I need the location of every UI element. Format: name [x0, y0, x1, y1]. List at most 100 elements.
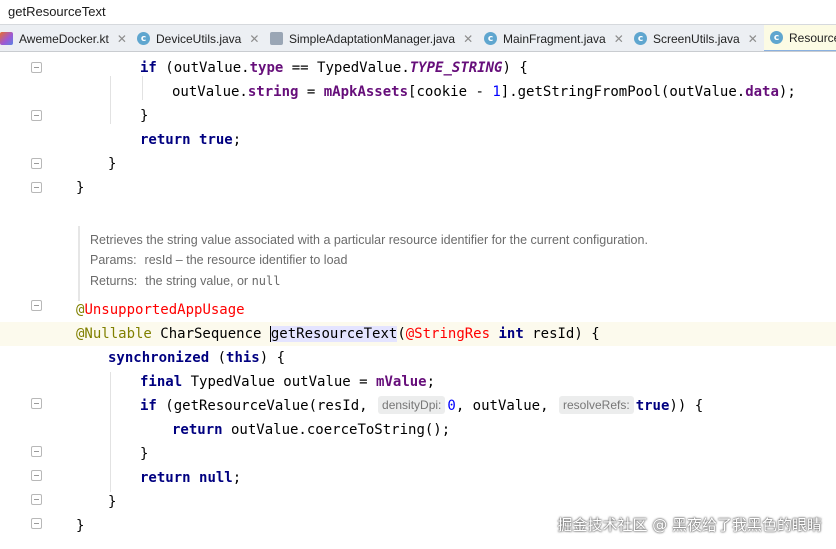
annotation: @StringRes — [405, 326, 491, 342]
close-icon[interactable]: ✕ — [249, 32, 259, 46]
keyword: null — [199, 470, 233, 486]
keyword: true — [635, 398, 670, 414]
code-text: CharSequence — [151, 326, 270, 342]
code-text: ; — [426, 374, 436, 390]
code-line: } — [140, 108, 149, 124]
code-line: } — [76, 180, 85, 196]
code-line: return outValue.coerceToString(); — [172, 418, 450, 442]
keyword: int — [498, 326, 524, 342]
code-text: )) { — [669, 398, 704, 414]
annotation: @Nullable — [76, 326, 152, 342]
doc-params-label: Params: — [90, 253, 137, 267]
tab-device-utils[interactable]: c DeviceUtils.java ✕ — [131, 25, 259, 51]
code-line: synchronized (this) { — [108, 346, 285, 370]
tab-resources[interactable]: c Resource — [764, 25, 836, 51]
code-text: (getResourceValue(resId, — [156, 398, 377, 414]
keyword: return — [140, 132, 191, 148]
tab-screen-utils[interactable]: c ScreenUtils.java ✕ — [628, 25, 758, 51]
doc-returns-code: null — [251, 274, 281, 288]
doc-summary: Retrieves the string value associated wi… — [90, 233, 648, 247]
fold-marker-icon[interactable] — [31, 446, 42, 457]
parameter-hint: densityDpi: — [378, 396, 446, 414]
keyword: return — [172, 422, 223, 438]
code-line: outValue.string = mApkAssets[cookie - 1]… — [172, 80, 796, 104]
number-literal: 0 — [447, 398, 456, 414]
doc-params-text: resId – the resource identifier to load — [144, 253, 348, 267]
window-title: getResourceText — [8, 4, 106, 19]
keyword: this — [226, 350, 260, 366]
code-text: = — [298, 84, 324, 100]
fold-marker-icon[interactable] — [31, 398, 42, 409]
rendered-javadoc[interactable]: Retrieves the string value associated wi… — [78, 226, 836, 301]
tab-label: ScreenUtils.java — [653, 31, 740, 46]
editor-tab-bar: AwemeDocker.kt ✕ c DeviceUtils.java ✕ Si… — [0, 24, 836, 52]
close-icon[interactable]: ✕ — [748, 32, 758, 46]
method-name[interactable]: getResourceText — [269, 326, 398, 342]
code-line: } — [76, 518, 85, 534]
parameter-hint: resolveRefs: — [558, 396, 634, 414]
keyword: if — [140, 398, 157, 414]
code-line: final TypedValue outValue = mValue; — [140, 370, 435, 394]
fold-marker-icon[interactable] — [31, 182, 42, 193]
fold-marker-icon[interactable] — [31, 470, 42, 481]
doc-returns-text: the string value, or — [145, 274, 252, 288]
keyword: true — [199, 132, 233, 148]
number-literal: 1 — [492, 84, 501, 100]
code-line: if (outValue.type == TypedValue.TYPE_STR… — [140, 56, 528, 80]
code-text: ) { — [502, 60, 528, 76]
code-line: if (getResourceValue(resId, densityDpi: 0… — [140, 394, 703, 418]
code-text: TypedValue outValue = — [182, 374, 377, 390]
tab-label: AwemeDocker.kt — [19, 31, 109, 46]
code-line: @UnsupportedAppUsage — [76, 298, 245, 322]
code-line: } — [140, 446, 149, 462]
close-icon[interactable]: ✕ — [614, 32, 624, 46]
tab-label: MainFragment.java — [503, 31, 606, 46]
doc-params: Params: resId – the resource identifier t… — [90, 253, 347, 267]
field-reference: string — [247, 84, 299, 100]
code-editor[interactable]: if (outValue.type == TypedValue.TYPE_STR… — [0, 52, 836, 549]
code-line: return null; — [140, 466, 241, 490]
code-line: return true; — [140, 128, 241, 152]
fold-marker-icon[interactable] — [31, 494, 42, 505]
fold-marker-icon[interactable] — [31, 62, 42, 73]
fold-marker-icon[interactable] — [31, 110, 42, 121]
code-text: ) { — [259, 350, 286, 366]
fold-marker-icon[interactable] — [31, 518, 42, 529]
tab-main-fragment[interactable]: c MainFragment.java ✕ — [478, 25, 624, 51]
keyword: if — [140, 60, 157, 76]
tab-label: Resource — [789, 30, 836, 45]
kotlin-file-icon — [0, 32, 13, 45]
java-class-icon: c — [770, 31, 783, 44]
doc-returns-label: Returns: — [90, 274, 138, 288]
java-class-icon: c — [484, 32, 497, 45]
keyword: synchronized — [108, 350, 210, 366]
current-code-line: @Nullable CharSequence getResourceText(@… — [0, 322, 836, 346]
field-reference: mValue — [376, 374, 427, 390]
constant-reference: TYPE_STRING — [409, 60, 503, 76]
code-text: , outValue, — [455, 398, 557, 414]
tab-aweme-docker[interactable]: AwemeDocker.kt ✕ — [0, 25, 127, 51]
close-icon[interactable]: ✕ — [463, 32, 473, 46]
fold-marker-icon[interactable] — [31, 300, 42, 311]
code-text: outValue. — [172, 84, 248, 100]
code-text: ( — [397, 326, 406, 342]
code-text: ( — [209, 350, 227, 366]
keyword: final — [140, 374, 183, 390]
annotation-name: UnsupportedAppUsage — [84, 302, 245, 318]
java-class-icon: c — [634, 32, 647, 45]
window-title-bar: getResourceText — [0, 0, 836, 24]
fold-marker-icon[interactable] — [31, 158, 42, 169]
field-reference: type — [249, 60, 284, 76]
code-text: ; — [232, 470, 242, 486]
doc-returns: Returns: the string value, or null — [90, 274, 280, 288]
close-icon[interactable]: ✕ — [117, 32, 127, 46]
java-library-class-icon — [270, 32, 283, 45]
tab-simple-adaptation-manager[interactable]: SimpleAdaptationManager.java ✕ — [264, 25, 473, 51]
indent-guide — [110, 76, 111, 124]
watermark: 掘金技术社区 @ 黑夜给了我黑色的眼睛 — [557, 516, 822, 534]
code-text: (outValue — [156, 60, 242, 76]
keyword: return — [140, 470, 191, 486]
tab-label: DeviceUtils.java — [156, 31, 242, 46]
